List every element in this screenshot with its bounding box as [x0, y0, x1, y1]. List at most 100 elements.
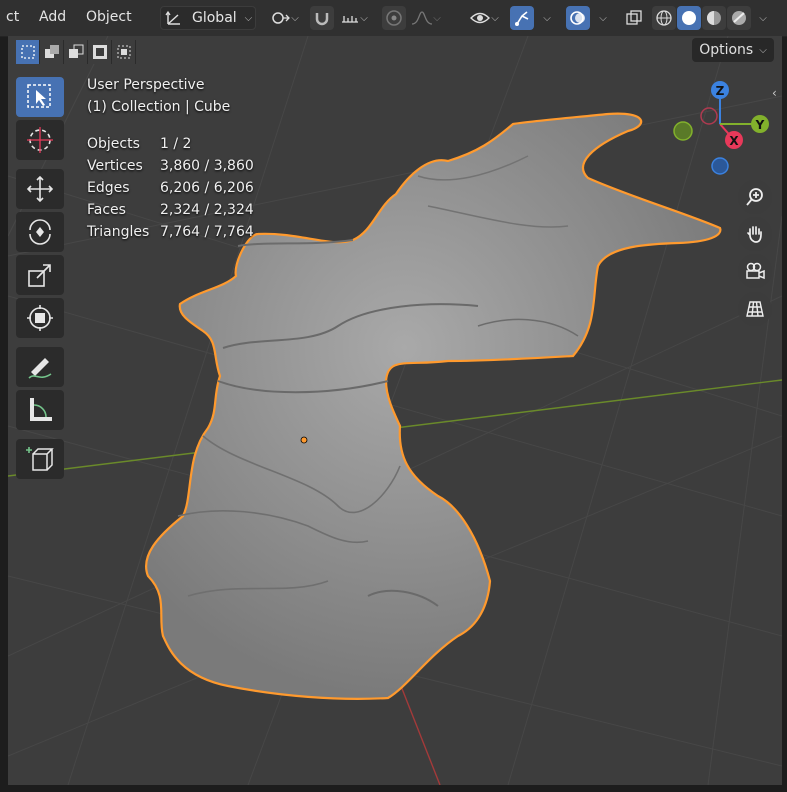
- transform-orientation-dropdown[interactable]: Global ⌵: [160, 6, 256, 30]
- gizmo-dropdown[interactable]: ⌵: [536, 6, 558, 30]
- snap-target-dropdown[interactable]: ⌵: [334, 6, 374, 30]
- overlays-icon: [570, 11, 585, 25]
- chevron-down-icon: ⌵: [759, 12, 767, 24]
- select-subtract-button[interactable]: [64, 40, 88, 64]
- select-invert-icon: [92, 45, 107, 59]
- navigation-gizmo[interactable]: Z X Y: [668, 76, 778, 176]
- proportional-editing-icon: [386, 10, 402, 26]
- select-mode-group: [16, 40, 136, 64]
- stat-label: Triangles: [87, 224, 150, 240]
- shading-material-button[interactable]: [702, 6, 726, 30]
- chevron-down-icon: ⌵: [291, 12, 299, 24]
- menu-object[interactable]: Object: [86, 9, 132, 25]
- scale-icon: [28, 264, 51, 287]
- gizmo-icon: [515, 11, 529, 26]
- gizmo-toggle[interactable]: [510, 6, 534, 30]
- stat-label: Objects: [87, 136, 140, 152]
- stat-value: 3,860 / 3,860: [160, 158, 254, 174]
- tool-cursor[interactable]: [16, 120, 64, 160]
- select-intersect-icon: [117, 45, 130, 59]
- 3d-cursor-icon: [27, 127, 53, 153]
- tool-measure[interactable]: [16, 390, 64, 430]
- xray-toggle[interactable]: [622, 6, 646, 30]
- window-bottom-edge: [0, 785, 787, 792]
- pan-button[interactable]: [738, 217, 772, 251]
- menu-add[interactable]: Add: [39, 9, 66, 25]
- stat-label: Faces: [87, 202, 126, 218]
- tool-rotate[interactable]: [16, 212, 64, 252]
- pencil-icon: [28, 358, 52, 379]
- select-intersect-button[interactable]: [112, 40, 136, 64]
- orientation-label: Global: [192, 10, 237, 26]
- axis-neg-y-handle: [673, 121, 693, 141]
- solid-sphere-icon: [682, 11, 696, 25]
- 3d-viewport[interactable]: User Perspective (1) Collection | Cube O…: [8, 36, 782, 785]
- tool-annotate[interactable]: [16, 347, 64, 387]
- object-visibility-dropdown[interactable]: ⌵: [464, 6, 504, 30]
- tool-scale[interactable]: [16, 255, 64, 295]
- select-box-icon: [20, 45, 35, 59]
- select-invert-button[interactable]: [88, 40, 112, 64]
- wireframe-sphere-icon: [656, 10, 672, 26]
- tool-move[interactable]: [16, 169, 64, 209]
- snap-toggle[interactable]: [310, 6, 334, 30]
- add-cube-icon: [26, 447, 54, 471]
- overlays-dropdown[interactable]: ⌵: [592, 6, 614, 30]
- stat-value: 6,206 / 6,206: [160, 180, 254, 196]
- grid-icon: [746, 301, 764, 317]
- ortho-toggle-button[interactable]: [738, 292, 772, 326]
- collection-line: (1) Collection | Cube: [87, 99, 231, 115]
- ruler-icon: [30, 398, 52, 421]
- menu-object-partial[interactable]: ct: [6, 9, 19, 25]
- chevron-down-icon: ⌵: [433, 12, 441, 24]
- camera-view-button[interactable]: [738, 254, 772, 288]
- axis-x-label: X: [729, 134, 739, 148]
- snap-increment-icon: [342, 16, 359, 23]
- axis-neg-z-handle: [711, 157, 729, 175]
- chevron-down-icon: ⌵: [491, 12, 499, 24]
- stat-value: 2,324 / 2,324: [160, 202, 254, 218]
- material-sphere-icon: [707, 11, 721, 25]
- select-extend-icon: [44, 45, 59, 58]
- chevron-down-icon: ⌵: [543, 12, 551, 24]
- stat-label: Vertices: [87, 158, 143, 174]
- stat-value: 1 / 2: [160, 136, 192, 152]
- select-extend-button[interactable]: [40, 40, 64, 64]
- origin-point: [300, 436, 308, 444]
- pivot-point-dropdown[interactable]: ⌵: [266, 6, 302, 30]
- shading-solid-button[interactable]: [677, 6, 701, 30]
- axis-y-label: Y: [755, 118, 765, 132]
- view-name: User Perspective: [87, 77, 205, 93]
- move-arrows-icon: [26, 175, 54, 203]
- tool-transform[interactable]: [16, 298, 64, 338]
- stat-label: Edges: [87, 180, 130, 196]
- select-subtract-icon: [68, 44, 83, 58]
- shading-dropdown[interactable]: ⌵: [752, 6, 774, 30]
- proportional-editing-toggle[interactable]: [382, 6, 406, 30]
- eye-icon: [470, 12, 491, 24]
- select-new-button[interactable]: [16, 40, 40, 64]
- axis-z-label: Z: [716, 84, 725, 98]
- zoom-icon: [746, 188, 763, 206]
- select-box-cursor-icon: [27, 84, 51, 108]
- viewport-header: ct Add Object Global ⌵ ⌵ ⌵ ⌵ ⌵ ⌵ ⌵ ⌵: [0, 0, 787, 37]
- zoom-button[interactable]: [738, 180, 772, 214]
- pivot-icon: [272, 12, 291, 24]
- overlays-toggle[interactable]: [566, 6, 590, 30]
- shading-wireframe-button[interactable]: [652, 6, 676, 30]
- chevron-down-icon: ⌵: [759, 44, 767, 56]
- falloff-dropdown[interactable]: ⌵: [406, 6, 446, 30]
- sidebar-toggle-icon[interactable]: ‹: [772, 86, 777, 100]
- magnet-icon: [315, 13, 329, 26]
- options-label: Options: [699, 42, 754, 58]
- xray-icon: [626, 10, 642, 25]
- chevron-down-icon: ⌵: [360, 12, 368, 24]
- shading-rendered-button[interactable]: [727, 6, 751, 30]
- rotate-icon: [29, 219, 51, 245]
- stat-value: 7,764 / 7,764: [160, 224, 254, 240]
- tool-select-box[interactable]: [16, 77, 64, 117]
- tool-add-cube[interactable]: [16, 439, 64, 479]
- orientation-icon: [165, 10, 180, 25]
- options-dropdown[interactable]: Options ⌵: [692, 38, 774, 62]
- axis-neg-x-handle: [700, 107, 718, 125]
